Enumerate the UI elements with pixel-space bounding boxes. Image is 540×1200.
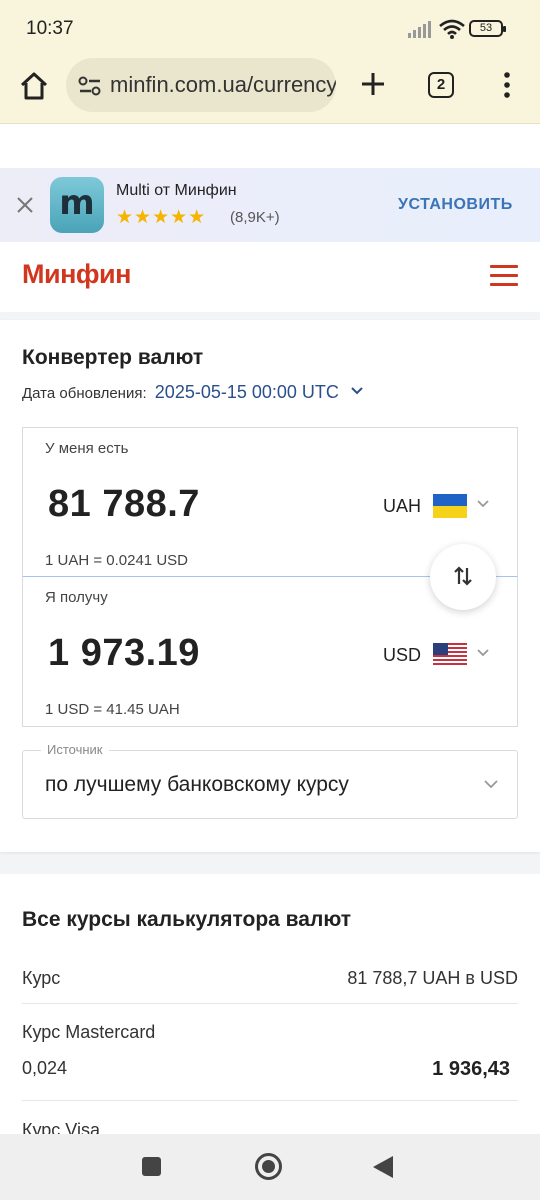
all-rates-card: Все курсы калькулятора валют Курс 81 788… bbox=[0, 874, 540, 1154]
get-currency-select[interactable]: USD bbox=[383, 639, 495, 673]
url-text: minfin.com.ua/currency/converter bbox=[110, 72, 336, 97]
chevron-down-icon[interactable] bbox=[477, 649, 489, 657]
browser-toolbar: minfin.com.ua/currency/converter 2 bbox=[0, 56, 540, 124]
mastercard-rate-label: Курс Mastercard bbox=[22, 1022, 156, 1042]
converter-title: Конвертер валют bbox=[22, 346, 204, 369]
back-icon[interactable] bbox=[373, 1156, 393, 1178]
get-amount-input[interactable]: 1 973.19 bbox=[48, 632, 200, 675]
home-circle-icon[interactable] bbox=[255, 1153, 282, 1180]
get-label: Я получу bbox=[45, 589, 108, 606]
app-logo: m bbox=[50, 177, 104, 233]
have-unit-rate: 1 UAH = 0.0241 USD bbox=[45, 552, 188, 569]
source-value: по лучшему банковскому курсу bbox=[45, 773, 349, 796]
install-button[interactable]: УСТАНОВИТЬ bbox=[398, 196, 513, 214]
app-install-banner: m Multi от Минфин ★★★★★ (8,9K+) УСТАНОВИ… bbox=[0, 168, 540, 242]
mastercard-total: 1 936,43 bbox=[432, 1058, 510, 1080]
rate-row-value: 81 788,7 UAH в USD bbox=[347, 968, 518, 988]
swap-currencies-button[interactable] bbox=[430, 544, 496, 610]
get-unit-rate: 1 USD = 41.45 UAH bbox=[45, 701, 180, 718]
hamburger-menu-icon[interactable] bbox=[490, 265, 518, 289]
new-tab-icon[interactable] bbox=[357, 68, 389, 100]
have-amount-input[interactable]: 81 788.7 bbox=[48, 483, 200, 526]
mastercard-rate-value: 0,024 bbox=[22, 1058, 68, 1078]
status-time: 10:37 bbox=[26, 18, 74, 39]
site-logo[interactable]: Минфин bbox=[22, 259, 131, 290]
home-icon[interactable] bbox=[18, 70, 50, 102]
more-menu-icon[interactable] bbox=[497, 70, 517, 100]
battery-icon: 53 bbox=[469, 20, 506, 37]
have-label: У меня есть bbox=[45, 440, 129, 457]
system-nav-bar bbox=[0, 1134, 540, 1200]
swap-arrows-icon bbox=[454, 566, 472, 586]
update-date-value[interactable]: 2025-05-15 00:00 UTC bbox=[155, 382, 339, 402]
update-date-label: Дата обновления: bbox=[22, 385, 147, 402]
status-bar: 10:37 53 bbox=[0, 0, 540, 56]
rating-stars-icon: ★★★★★ bbox=[116, 207, 207, 228]
chevron-down-icon[interactable] bbox=[477, 500, 489, 508]
recents-icon[interactable] bbox=[142, 1157, 161, 1176]
get-currency-code: USD bbox=[383, 645, 422, 665]
site-settings-icon[interactable] bbox=[78, 75, 102, 97]
source-select[interactable]: Источник по лучшему банковскому курсу bbox=[22, 742, 518, 819]
rate-row-label: Курс bbox=[22, 968, 61, 988]
source-legend: Источник bbox=[41, 742, 109, 757]
signal-icon bbox=[408, 21, 431, 38]
chevron-down-icon[interactable] bbox=[484, 780, 498, 789]
app-name: Multi от Минфин bbox=[116, 182, 237, 199]
all-rates-title: Все курсы калькулятора валют bbox=[22, 908, 352, 931]
tab-switcher-button[interactable]: 2 bbox=[428, 72, 454, 98]
usa-flag-icon bbox=[433, 643, 467, 667]
have-currency-select[interactable]: UAH bbox=[383, 490, 495, 524]
ukraine-flag-icon bbox=[433, 494, 467, 518]
close-icon[interactable] bbox=[15, 195, 35, 215]
app-rating-count: (8,9K+) bbox=[230, 209, 280, 226]
rate-divider bbox=[22, 1100, 518, 1101]
converter-card: Конвертер валют Дата обновления: 2025-05… bbox=[0, 320, 540, 852]
wifi-icon bbox=[439, 19, 465, 39]
site-header: Минфин bbox=[0, 242, 540, 312]
rate-divider bbox=[22, 1003, 518, 1004]
address-bar[interactable]: minfin.com.ua/currency/converter bbox=[66, 58, 336, 112]
have-currency-code: UAH bbox=[383, 496, 422, 516]
update-date-selector[interactable]: Дата обновления: 2025-05-15 00:00 UTC bbox=[22, 382, 363, 403]
chevron-down-icon[interactable] bbox=[351, 387, 363, 395]
